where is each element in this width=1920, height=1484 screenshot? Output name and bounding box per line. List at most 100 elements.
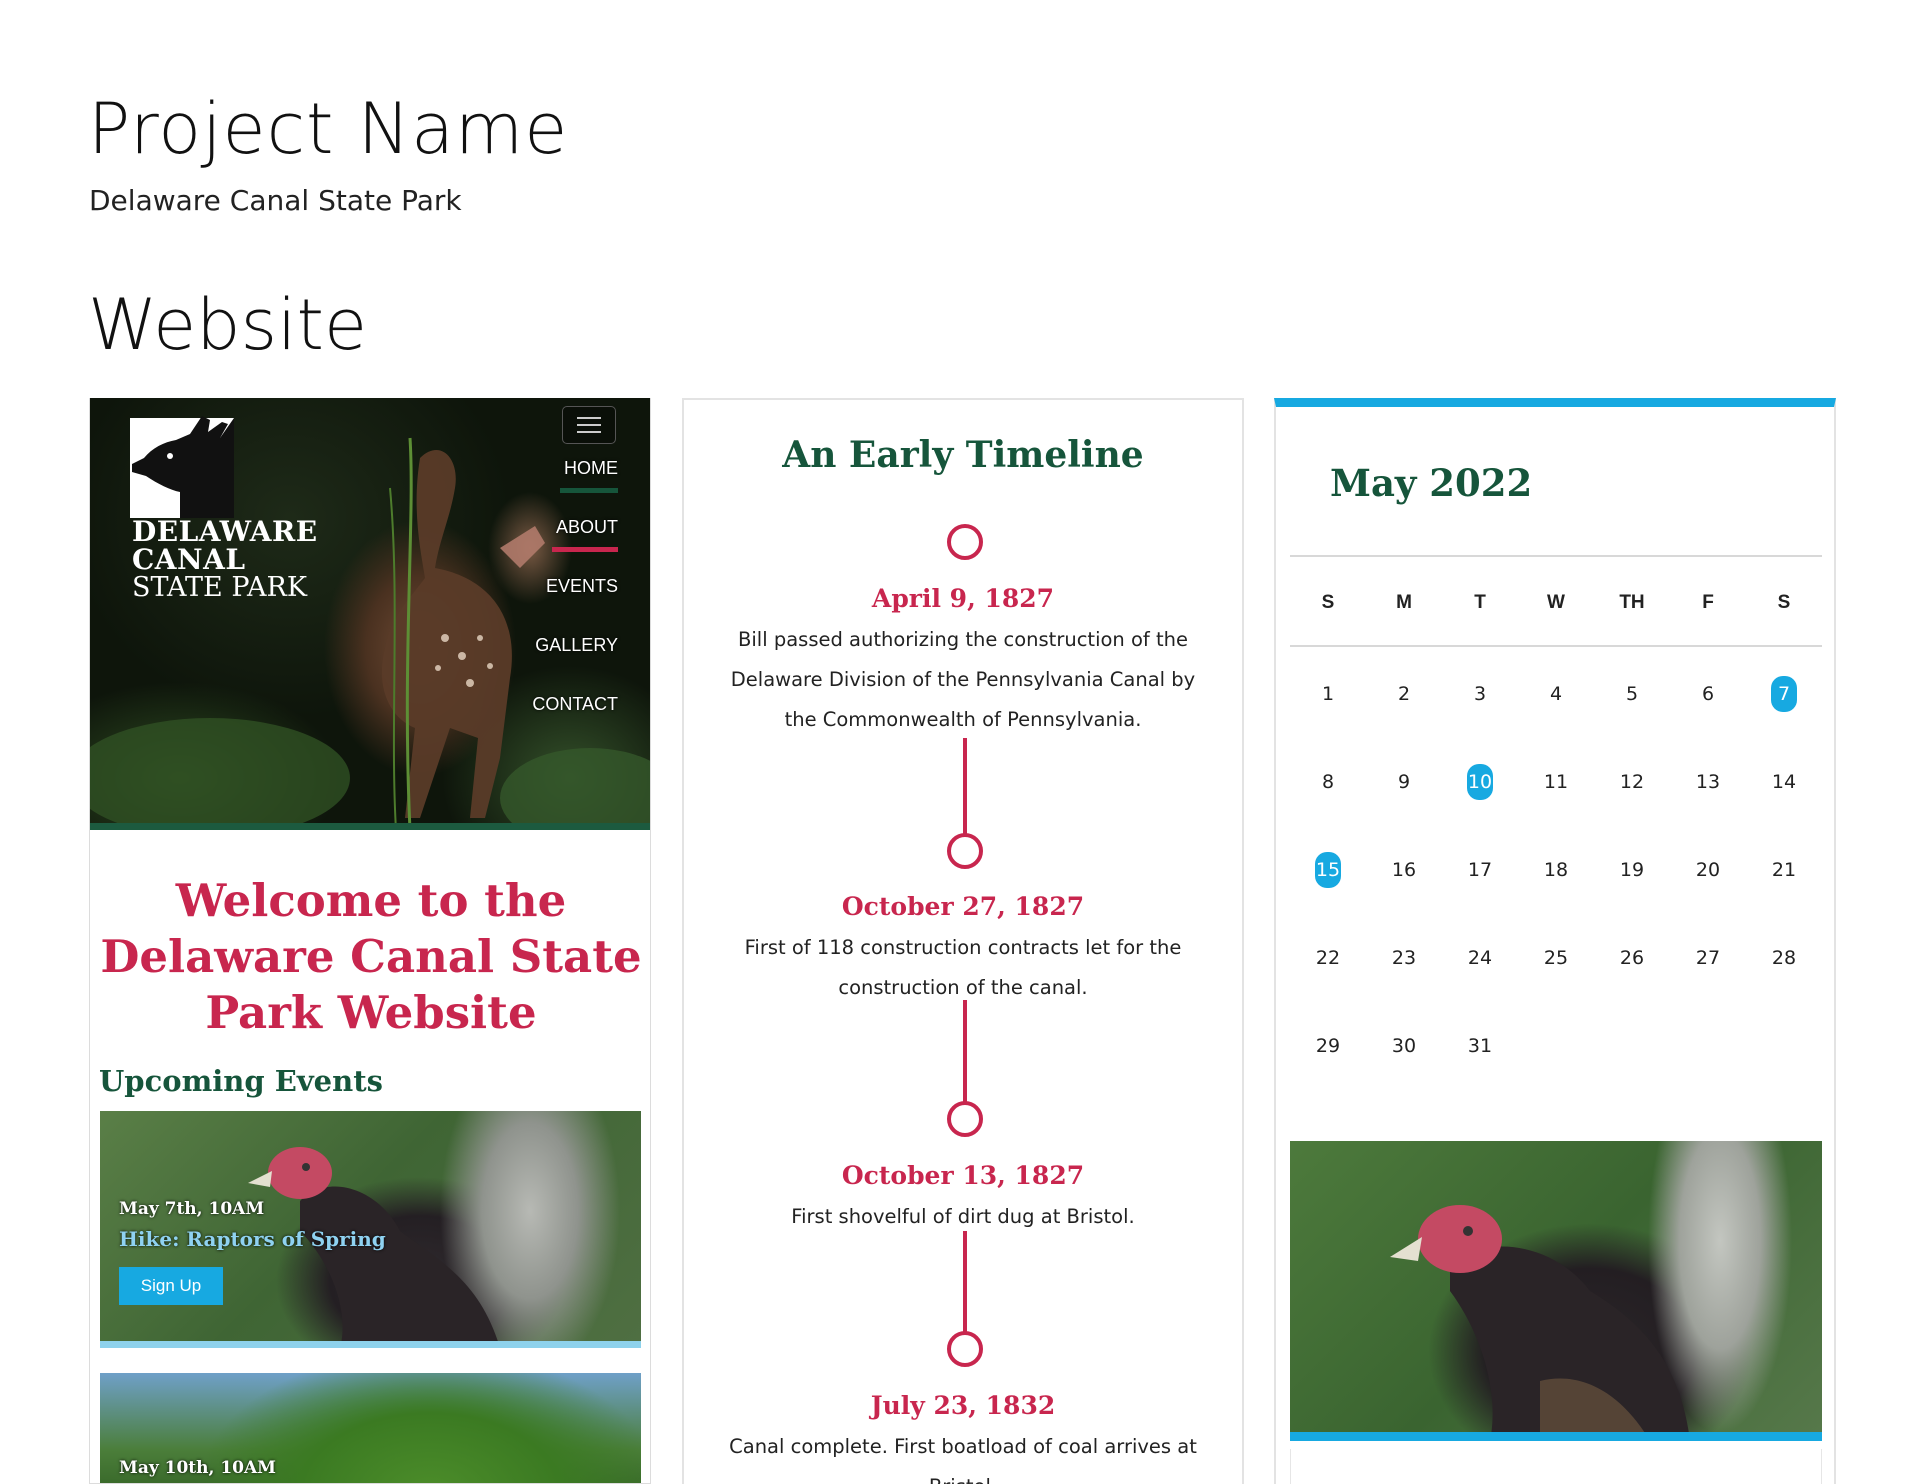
weekday-label: T: [1474, 592, 1486, 613]
calendar-day[interactable]: 28: [1746, 936, 1822, 1024]
timeline-marker: [947, 1331, 983, 1367]
sign-up-button[interactable]: Sign Up: [119, 1267, 223, 1305]
calendar-day[interactable]: 3: [1442, 672, 1518, 760]
calendar-day-number: 27: [1695, 947, 1721, 969]
nav-events[interactable]: EVENTS: [532, 576, 618, 635]
nav-about-label: ABOUT: [555, 517, 618, 537]
calendar-day[interactable]: 15: [1290, 848, 1366, 936]
calendar-day[interactable]: 7: [1746, 672, 1822, 760]
weekday-label: F: [1702, 592, 1714, 613]
calendar-day-number: 28: [1771, 947, 1797, 969]
timeline-marker: [947, 833, 983, 869]
calendar-day[interactable]: 4: [1518, 672, 1594, 760]
calendar-day[interactable]: 14: [1746, 760, 1822, 848]
timeline-title: An Early Timeline: [782, 434, 1144, 476]
timeline-connector: [963, 1231, 967, 1337]
calendar-day[interactable]: 16: [1366, 848, 1442, 936]
calendar-day-number: 14: [1771, 771, 1797, 793]
calendar-day-number: 30: [1391, 1035, 1417, 1057]
calendar-day[interactable]: 18: [1518, 848, 1594, 936]
timeline-marker: [947, 1101, 983, 1137]
calendar-day[interactable]: 23: [1366, 936, 1442, 1024]
calendar-day[interactable]: 21: [1746, 848, 1822, 936]
park-logo[interactable]: [130, 412, 234, 518]
calendar-day[interactable]: 5: [1594, 672, 1670, 760]
calendar-day-number: 16: [1391, 859, 1417, 881]
calendar-divider: [1290, 645, 1822, 647]
calendar-day-number: 8: [1321, 771, 1335, 793]
timeline-text: Bill passed authorizing the construction…: [730, 628, 1196, 731]
calendar-day-number: 6: [1701, 683, 1715, 705]
calendar-day-number: 12: [1619, 771, 1645, 793]
calendar-day[interactable]: 2: [1366, 672, 1442, 760]
calendar-day-number: 9: [1397, 771, 1411, 793]
calendar-day-number: 10: [1467, 764, 1493, 800]
calendar-day-number: 5: [1625, 683, 1639, 705]
calendar-day[interactable]: 22: [1290, 936, 1366, 1024]
calendar-day[interactable]: 1: [1290, 672, 1366, 760]
event-card[interactable]: May 7th, 10AM Hike: Raptors of Spring Si…: [100, 1111, 641, 1348]
nav-gallery[interactable]: GALLERY: [532, 635, 618, 694]
project-name: Delaware Canal State Park: [89, 184, 462, 217]
calendar-day[interactable]: 31: [1442, 1024, 1518, 1112]
calendar-day[interactable]: 25: [1518, 936, 1594, 1024]
calendar-days: 1 2 3 4 5 6 7 8 9 10 11 12 13 14 15 16 17 18 19 20 21 22 23 24 2…: [1290, 672, 1822, 1112]
calendar-day-number: 15: [1315, 852, 1341, 888]
event-date: May 10th, 10AM: [119, 1458, 277, 1478]
event-card[interactable]: May 10th, 10AM: [100, 1373, 641, 1483]
calendar-day[interactable]: 11: [1518, 760, 1594, 848]
event-date: May 7th, 10AM: [119, 1199, 265, 1219]
timeline-connector: [963, 1000, 967, 1108]
nav-home-underline: [560, 488, 618, 493]
calendar-day-number: 7: [1771, 676, 1797, 712]
timeline-date: October 13, 1827: [841, 1161, 1085, 1190]
calendar-day-number: 23: [1391, 947, 1417, 969]
section-title: Website: [88, 284, 368, 366]
nav-contact-label: CONTACT: [532, 694, 618, 714]
park-logo-text: DELAWARE CANAL STATE PARK: [132, 518, 318, 602]
calendar-day[interactable]: 6: [1670, 672, 1746, 760]
calendar-day[interactable]: 12: [1594, 760, 1670, 848]
calendar-day[interactable]: 24: [1442, 936, 1518, 1024]
calendar-day[interactable]: 10: [1442, 760, 1518, 848]
calendar-day-number: 1: [1321, 683, 1335, 705]
main-nav: HOME ABOUT EVENTS GALLERY CONTACT: [532, 458, 618, 753]
calendar-day-number: 17: [1467, 859, 1493, 881]
nav-about-underline: [552, 547, 618, 552]
calendar-day-number: 13: [1695, 771, 1721, 793]
calendar-weekdays: S M T W TH F S: [1290, 592, 1822, 614]
calendar-day-number: 21: [1771, 859, 1797, 881]
nav-home[interactable]: HOME: [532, 458, 618, 517]
calendar-day-number: 2: [1397, 683, 1411, 705]
calendar-day[interactable]: 30: [1366, 1024, 1442, 1112]
upcoming-events-heading: Upcoming Events: [99, 1064, 383, 1098]
calendar-day[interactable]: 17: [1442, 848, 1518, 936]
weekday-label: M: [1396, 592, 1412, 613]
calendar-day[interactable]: 26: [1594, 936, 1670, 1024]
calendar-day-number: 26: [1619, 947, 1645, 969]
nav-gallery-label: GALLERY: [535, 635, 618, 655]
calendar-day[interactable]: 8: [1290, 760, 1366, 848]
timeline-date: April 9, 1827: [871, 584, 1055, 613]
hamburger-menu-icon[interactable]: [562, 406, 616, 444]
calendar-day-number: 29: [1315, 1035, 1341, 1057]
calendar-day[interactable]: 29: [1290, 1024, 1366, 1112]
calendar-day-number: 24: [1467, 947, 1493, 969]
hero-image: DELAWARE CANAL STATE PARK HOME ABOUT EVE…: [90, 398, 650, 830]
calendar-day[interactable]: 27: [1670, 936, 1746, 1024]
logo-line-1: DELAWARE: [132, 515, 318, 548]
vulture-photo: [1290, 1141, 1822, 1441]
calendar-day[interactable]: 9: [1366, 760, 1442, 848]
calendar-day[interactable]: 13: [1670, 760, 1746, 848]
calendar-day-number: 22: [1315, 947, 1341, 969]
nav-about[interactable]: ABOUT: [532, 517, 618, 576]
calendar-day[interactable]: 20: [1670, 848, 1746, 936]
calendar-day-number: 25: [1543, 947, 1569, 969]
timeline-connector: [963, 738, 967, 840]
nav-contact[interactable]: CONTACT: [532, 694, 618, 753]
event-title[interactable]: Hike: Raptors of Spring: [119, 1227, 386, 1251]
calendar-day[interactable]: 19: [1594, 848, 1670, 936]
timeline-date: October 27, 1827: [841, 892, 1085, 921]
timeline-marker: [947, 524, 983, 560]
calendar-divider: [1290, 555, 1822, 557]
